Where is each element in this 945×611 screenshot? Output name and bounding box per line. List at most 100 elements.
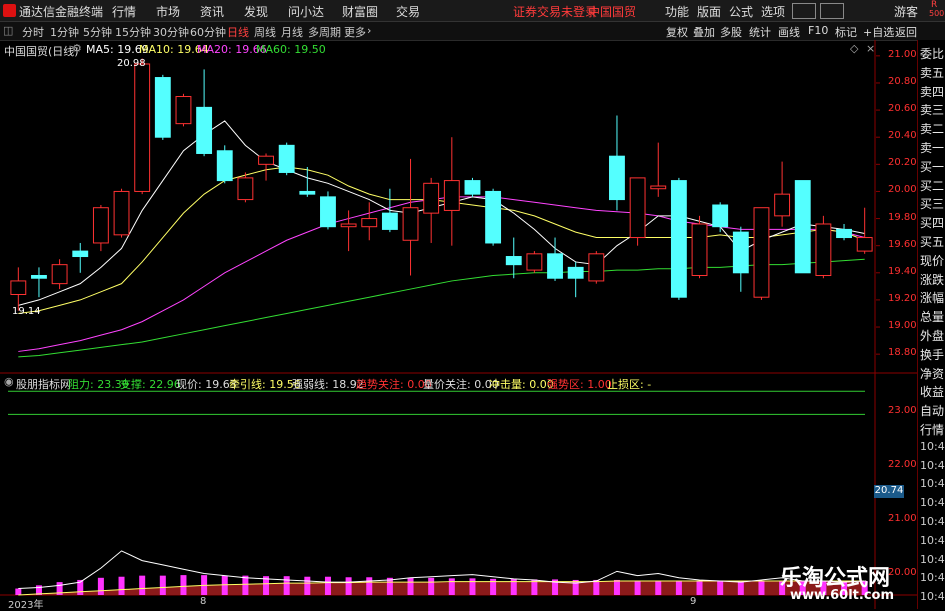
- candle-body-up: [443, 180, 460, 211]
- side-panel-item[interactable]: 10:4: [920, 553, 945, 566]
- side-panel-item[interactable]: 涨跌: [920, 271, 944, 288]
- guest-label[interactable]: 游客: [894, 3, 918, 20]
- menu-item-assistant[interactable]: 问小达: [288, 3, 324, 20]
- menu-item-layout[interactable]: 版面: [697, 3, 721, 20]
- period-1min[interactable]: 1分钟: [50, 24, 79, 40]
- side-panel-item[interactable]: 收益: [920, 383, 944, 400]
- indicator-pull-line: 牵引线: 19.56: [229, 378, 301, 391]
- indicator-volprice: 量价关注: 0.00: [423, 378, 499, 391]
- indicator-bar: [758, 581, 765, 595]
- candle-body-down: [609, 155, 625, 201]
- low-price-mark: 19.14: [12, 306, 41, 317]
- minimize-icon[interactable]: [792, 3, 816, 19]
- period-intraday[interactable]: 分时: [22, 24, 44, 40]
- menu-item-formula[interactable]: 公式: [729, 3, 753, 20]
- side-panel-item[interactable]: 买一: [920, 158, 944, 175]
- tool-add-watchlist[interactable]: +自选: [863, 24, 894, 40]
- side-panel-item[interactable]: 买二: [920, 177, 944, 194]
- app-logo-icon: [3, 4, 16, 17]
- menu-item-options[interactable]: 选项: [761, 3, 785, 20]
- price-axis-label: 20.20: [888, 157, 917, 169]
- period-15min[interactable]: 15分钟: [115, 24, 151, 40]
- indicator-axis-label: 20.00: [888, 566, 917, 578]
- indicator-bar: [97, 577, 104, 595]
- side-panel-item[interactable]: 买四: [920, 214, 944, 231]
- candle-body-down: [505, 256, 522, 266]
- side-panel-item[interactable]: 涨幅: [920, 289, 944, 306]
- side-panel-item[interactable]: 净资: [920, 365, 944, 382]
- side-panel-item[interactable]: 买三: [920, 195, 944, 212]
- menu-item-function[interactable]: 功能: [665, 3, 689, 20]
- candle-body-up: [340, 223, 357, 228]
- side-panel-item[interactable]: 总量: [920, 308, 944, 325]
- side-panel-item[interactable]: 10:4: [920, 571, 945, 584]
- panel-toggle-icon[interactable]: ◫: [3, 24, 13, 37]
- indicator-collapse-icon[interactable]: ◉: [4, 375, 14, 388]
- side-panel-item[interactable]: 10:4: [920, 459, 945, 472]
- menu-item-quotes[interactable]: 行情: [112, 3, 136, 20]
- candle-body-up: [526, 253, 543, 271]
- date-month-8: 8: [200, 596, 207, 607]
- candle-body-down: [464, 180, 481, 195]
- watermark-url: www.60lt.com: [790, 588, 895, 603]
- menu-item-wealth[interactable]: 财富圈: [342, 3, 378, 20]
- menu-item-news[interactable]: 资讯: [200, 3, 224, 20]
- chart-svg: [0, 40, 917, 609]
- side-panel-item[interactable]: 卖三: [920, 101, 944, 118]
- tool-back[interactable]: 返回: [895, 24, 917, 40]
- indicator-bar: [180, 575, 187, 595]
- side-panel-item[interactable]: 10:4: [920, 496, 945, 509]
- tool-adjust[interactable]: 复权: [666, 24, 688, 40]
- side-panel-item[interactable]: 卖一: [920, 139, 944, 156]
- side-panel-item[interactable]: 10:4: [920, 477, 945, 490]
- indicator-bar: [139, 575, 146, 595]
- tool-draw[interactable]: 画线: [778, 24, 800, 40]
- side-panel-item[interactable]: 10:4: [920, 534, 945, 547]
- side-panel-item[interactable]: 自动: [920, 402, 944, 419]
- period-60min[interactable]: 60分钟: [190, 24, 226, 40]
- candle-body-down: [712, 204, 729, 228]
- side-panel-item[interactable]: 卖二: [920, 120, 944, 137]
- side-panel-item[interactable]: 委比: [920, 45, 944, 62]
- period-more[interactable]: 更多: [344, 24, 366, 40]
- period-30min[interactable]: 30分钟: [153, 24, 189, 40]
- menu-item-trade[interactable]: 交易: [396, 3, 420, 20]
- indicator-bar: [675, 580, 682, 595]
- menu-item-discover[interactable]: 发现: [244, 3, 268, 20]
- candle-body-up: [856, 237, 873, 252]
- indicator-bar: [345, 577, 352, 595]
- side-panel-item[interactable]: 10:4: [920, 440, 945, 453]
- period-weekly[interactable]: 周线: [254, 24, 276, 40]
- candle-body-up: [815, 223, 832, 277]
- indicator-bar: [407, 577, 414, 595]
- side-panel-item[interactable]: 现价: [920, 252, 944, 269]
- price-axis-label: 21.00: [888, 48, 917, 60]
- indicator-bar: [242, 575, 249, 595]
- side-panel-item[interactable]: 换手: [920, 346, 944, 363]
- tool-mark[interactable]: 标记: [835, 24, 857, 40]
- period-multi[interactable]: 多周期: [308, 24, 341, 40]
- menu-item-market[interactable]: 市场: [156, 3, 180, 20]
- side-panel-item[interactable]: 10:4: [920, 515, 945, 528]
- login-warning[interactable]: 证券交易未登录: [513, 3, 597, 20]
- period-daily[interactable]: 日线: [227, 24, 249, 40]
- chevron-right-icon[interactable]: ›: [367, 24, 371, 37]
- tool-multistock[interactable]: 多股: [720, 24, 742, 40]
- candle-body-up: [753, 207, 770, 298]
- period-monthly[interactable]: 月线: [281, 24, 303, 40]
- side-panel-item[interactable]: 卖四: [920, 83, 944, 100]
- restore-icon[interactable]: [820, 3, 844, 19]
- side-panel-item[interactable]: 外盘: [920, 327, 944, 344]
- side-panel-item[interactable]: 10:4: [920, 590, 945, 603]
- tool-stats[interactable]: 统计: [749, 24, 771, 40]
- side-panel-item[interactable]: 卖五: [920, 64, 944, 81]
- period-5min[interactable]: 5分钟: [83, 24, 112, 40]
- tool-f10[interactable]: F10: [808, 24, 828, 37]
- candle-body-up: [237, 177, 254, 201]
- candle-body-down: [278, 144, 295, 173]
- menu-bar: 通达信金融终端 行情 市场 资讯 发现 问小达 财富圈 交易 证券交易未登录 中…: [0, 0, 945, 22]
- candle-body-down: [320, 196, 336, 228]
- side-panel-item[interactable]: 买五: [920, 233, 944, 250]
- side-panel-item[interactable]: 行情: [920, 421, 944, 438]
- tool-overlay[interactable]: 叠加: [693, 24, 715, 40]
